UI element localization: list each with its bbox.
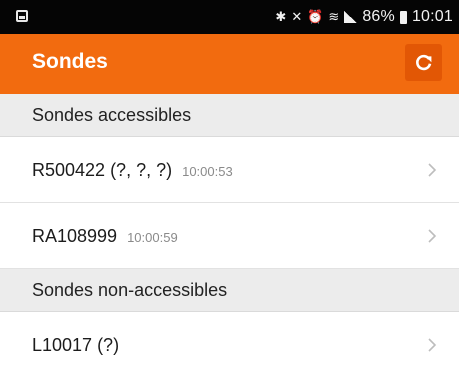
battery-icon xyxy=(399,10,407,24)
sonde-name: RA108999 xyxy=(32,225,118,246)
sonde-row[interactable]: L10017 (?) xyxy=(0,312,459,377)
sonde-time: 10:00:59 xyxy=(127,229,178,245)
sonde-row-content: RA108999 10:00:59 xyxy=(32,203,178,269)
app-bar: Sondes xyxy=(0,34,459,94)
section-header-label: Sondes non-accessibles xyxy=(32,280,228,300)
section-header-accessible: Sondes accessibles xyxy=(0,94,459,137)
status-bar: ✱ ✕ ⏰ ≋ 86% 10:01 xyxy=(0,0,459,34)
chevron-right-icon xyxy=(428,338,437,352)
screenshot-notification-icon xyxy=(16,10,28,22)
app-screen: ✱ ✕ ⏰ ≋ 86% 10:01 Sondes Sondes accessib… xyxy=(0,0,459,377)
refresh-icon xyxy=(415,54,431,70)
sonde-row[interactable]: R500422 (?, ?, ?) 10:00:53 xyxy=(0,137,459,203)
wifi-icon: ≋ xyxy=(328,9,340,25)
sonde-time: 10:00:53 xyxy=(182,163,233,179)
sonde-row[interactable]: RA108999 10:00:59 xyxy=(0,203,459,269)
sonde-row-content: R500422 (?, ?, ?) 10:00:53 xyxy=(32,137,233,203)
status-time: 10:01 xyxy=(411,8,453,25)
nfc-icon: ✕ xyxy=(291,9,303,25)
alarm-icon: ⏰ xyxy=(307,9,324,25)
chevron-right-icon xyxy=(428,229,437,243)
page-title: Sondes xyxy=(32,50,108,73)
bluetooth-icon: ✱ xyxy=(275,9,287,25)
sonde-row-content: L10017 (?) xyxy=(32,312,119,377)
chevron-right-icon xyxy=(428,163,437,177)
refresh-button[interactable] xyxy=(405,44,442,81)
section-header-non-accessible: Sondes non-accessibles xyxy=(0,269,459,312)
battery-percent: 86% xyxy=(362,8,395,25)
signal-icon xyxy=(344,11,358,23)
sonde-name: L10017 (?) xyxy=(32,334,120,355)
status-icons: ✱ ✕ ⏰ ≋ 86% 10:01 xyxy=(275,0,453,34)
sonde-name: R500422 (?, ?, ?) xyxy=(32,159,173,180)
section-header-label: Sondes accessibles xyxy=(32,105,192,125)
